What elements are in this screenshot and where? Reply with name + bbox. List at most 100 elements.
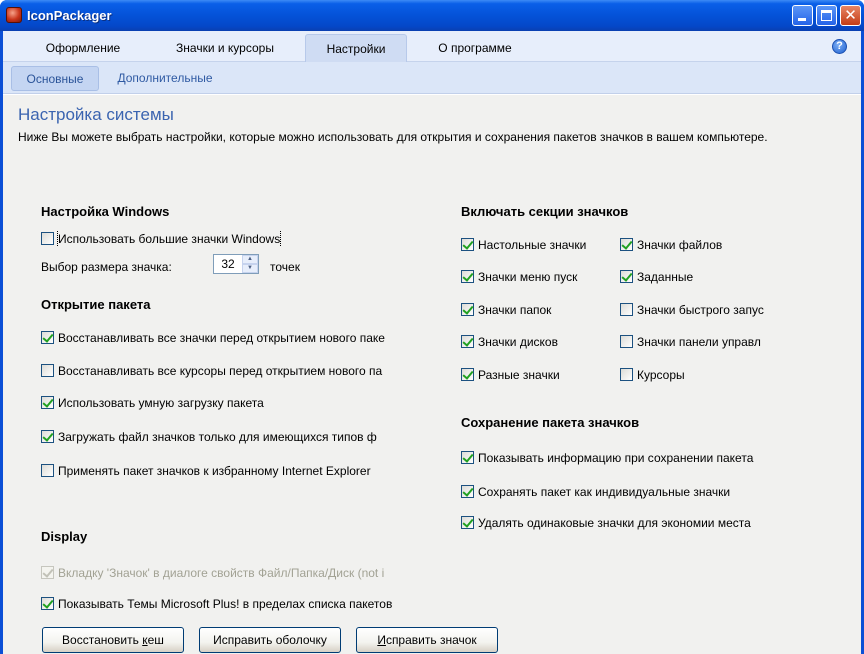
checkbox-label: Значки файлов: [637, 238, 723, 252]
checkbox-label: Вкладку 'Значок' в диалоге свойств Файл/…: [58, 566, 385, 580]
checkbox-box[interactable]: [461, 238, 474, 251]
checkbox-ie-favorites[interactable]: Применять пакет значков к избранному Int…: [41, 463, 411, 479]
window-title: IconPackager: [27, 8, 112, 23]
checkbox-control-panel-icons[interactable]: Значки панели управл: [620, 334, 768, 350]
checkbox-label: Значки панели управл: [637, 335, 761, 349]
icon-size-value[interactable]: 32: [214, 255, 242, 273]
checkbox-load-existing-types[interactable]: Загружать файл значков только для имеющи…: [41, 429, 403, 445]
button-label-pre: Исправить оболочку: [213, 633, 327, 647]
subtab-advanced[interactable]: Дополнительные: [107, 66, 223, 91]
maximize-icon: [821, 10, 832, 21]
checkbox-box[interactable]: [620, 303, 633, 316]
checkbox-box[interactable]: [461, 303, 474, 316]
icon-size-stepper[interactable]: 32 ▲ ▼: [213, 254, 259, 274]
fix-icon-button[interactable]: Исправить значок: [356, 627, 498, 653]
checkbox-box[interactable]: [461, 270, 474, 283]
checkbox-desktop-icons[interactable]: Настольные значки: [461, 237, 611, 253]
checkbox-label: Значки меню пуск: [478, 270, 578, 284]
app-window: IconPackager ✕ Оформление Значки и курсо…: [0, 0, 864, 654]
checkbox-custom-icons[interactable]: Заданные: [620, 269, 768, 285]
checkbox-restore-cursors[interactable]: Восстанавливать все курсоры перед открыт…: [41, 363, 403, 379]
checkbox-box[interactable]: [41, 597, 54, 610]
close-button[interactable]: ✕: [840, 5, 861, 26]
minimize-button[interactable]: [792, 5, 813, 26]
app-icon: [6, 7, 22, 23]
button-label-post: еш: [147, 633, 164, 647]
maximize-button[interactable]: [816, 5, 837, 26]
checkbox-box: [41, 566, 54, 579]
checkbox-drive-icons[interactable]: Значки дисков: [461, 334, 611, 350]
checkbox-label: Сохранять пакет как индивидуальные значк…: [478, 485, 731, 499]
main-tabs: Оформление Значки и курсоры Настройки О …: [3, 31, 861, 62]
checkbox-box[interactable]: [461, 485, 474, 498]
checkbox-box[interactable]: [41, 464, 54, 477]
checkbox-label: Значки папок: [478, 303, 552, 317]
button-label-pre: Восстановить: [62, 633, 143, 647]
checkbox-large-icons[interactable]: Использовать большие значки Windows: [41, 231, 303, 247]
checkbox-box[interactable]: [620, 238, 633, 251]
restore-cache-button[interactable]: Восстановить кеш: [42, 627, 184, 653]
checkbox-show-save-info[interactable]: Показывать информацию при сохранении пак…: [461, 450, 773, 466]
section-icon-sections: Включать секции значков: [461, 204, 629, 219]
checkbox-box[interactable]: [41, 430, 54, 443]
checkbox-label: Применять пакет значков к избранному Int…: [58, 464, 371, 478]
icon-size-unit: точек: [270, 260, 300, 274]
page-title: Настройка системы: [18, 105, 174, 124]
checkbox-box[interactable]: [620, 368, 633, 381]
checkbox-remove-duplicates[interactable]: Удалять одинаковые значки для экономии м…: [461, 515, 773, 531]
checkbox-quick-launch-icons[interactable]: Значки быстрого запус: [620, 302, 768, 318]
checkbox-file-icons[interactable]: Значки файлов: [620, 237, 768, 253]
tab-settings[interactable]: Настройки: [305, 34, 407, 62]
spin-up-icon[interactable]: ▲: [242, 255, 258, 264]
checkbox-box[interactable]: [461, 368, 474, 381]
checkbox-box[interactable]: [620, 335, 633, 348]
checkbox-box[interactable]: [41, 396, 54, 409]
section-save-package: Сохранение пакета значков: [461, 415, 640, 430]
checkbox-label: Использовать умную загрузку пакета: [58, 396, 264, 410]
button-label-accel: И: [377, 633, 386, 647]
checkbox-smart-load[interactable]: Использовать умную загрузку пакета: [41, 395, 411, 411]
checkbox-box[interactable]: [461, 516, 474, 529]
checkbox-label: Удалять одинаковые значки для экономии м…: [478, 516, 751, 530]
checkbox-label: Заданные: [637, 270, 694, 284]
checkbox-box[interactable]: [41, 331, 54, 344]
tab-about[interactable]: О программе: [421, 34, 529, 62]
checkbox-label: Использовать большие значки Windows: [56, 231, 282, 247]
checkbox-label: Восстанавливать все значки перед открыти…: [58, 331, 385, 345]
checkbox-icon-tab: Вкладку 'Значок' в диалоге свойств Файл/…: [41, 565, 417, 581]
subtab-basic[interactable]: Основные: [11, 66, 99, 91]
checkbox-label: Разные значки: [478, 368, 560, 382]
tab-icons-cursors[interactable]: Значки и курсоры: [155, 34, 295, 62]
checkbox-box[interactable]: [41, 232, 54, 245]
checkbox-box[interactable]: [41, 364, 54, 377]
checkbox-label: Значки дисков: [478, 335, 558, 349]
checkbox-label: Курсоры: [637, 368, 685, 382]
button-label-post: справить значок: [385, 633, 477, 647]
checkbox-label: Показывать Темы Microsoft Plus! в предел…: [58, 597, 393, 611]
checkbox-save-individual-icons[interactable]: Сохранять пакет как индивидуальные значк…: [461, 484, 773, 500]
checkbox-misc-icons[interactable]: Разные значки: [461, 367, 611, 383]
fix-shell-button[interactable]: Исправить оболочку: [199, 627, 341, 653]
checkbox-label: Восстанавливать все курсоры перед открыт…: [58, 364, 383, 378]
checkbox-label: Значки быстрого запус: [637, 303, 764, 317]
checkbox-label: Показывать информацию при сохранении пак…: [478, 451, 754, 465]
section-open-package: Открытие пакета: [41, 297, 151, 312]
checkbox-folder-icons[interactable]: Значки папок: [461, 302, 611, 318]
checkbox-box[interactable]: [461, 451, 474, 464]
page-description: Ниже Вы можете выбрать настройки, которы…: [18, 130, 768, 144]
checkbox-plus-themes[interactable]: Показывать Темы Microsoft Plus! в предел…: [41, 596, 417, 612]
spin-down-icon[interactable]: ▼: [242, 264, 258, 273]
spin-buttons: ▲ ▼: [242, 255, 258, 273]
title-bar[interactable]: IconPackager ✕: [0, 0, 864, 31]
checkbox-restore-icons[interactable]: Восстанавливать все значки перед открыти…: [41, 330, 411, 346]
checkbox-label: Загружать файл значков только для имеющи…: [58, 430, 377, 444]
checkbox-start-menu-icons[interactable]: Значки меню пуск: [461, 269, 611, 285]
checkbox-box[interactable]: [620, 270, 633, 283]
sub-tabs: Основные Дополнительные: [3, 62, 861, 94]
checkbox-label: Настольные значки: [478, 238, 587, 252]
help-icon[interactable]: ?: [832, 39, 847, 54]
tab-appearance[interactable]: Оформление: [27, 34, 139, 62]
section-display: Display: [41, 529, 88, 544]
checkbox-cursors[interactable]: Курсоры: [620, 367, 768, 383]
checkbox-box[interactable]: [461, 335, 474, 348]
